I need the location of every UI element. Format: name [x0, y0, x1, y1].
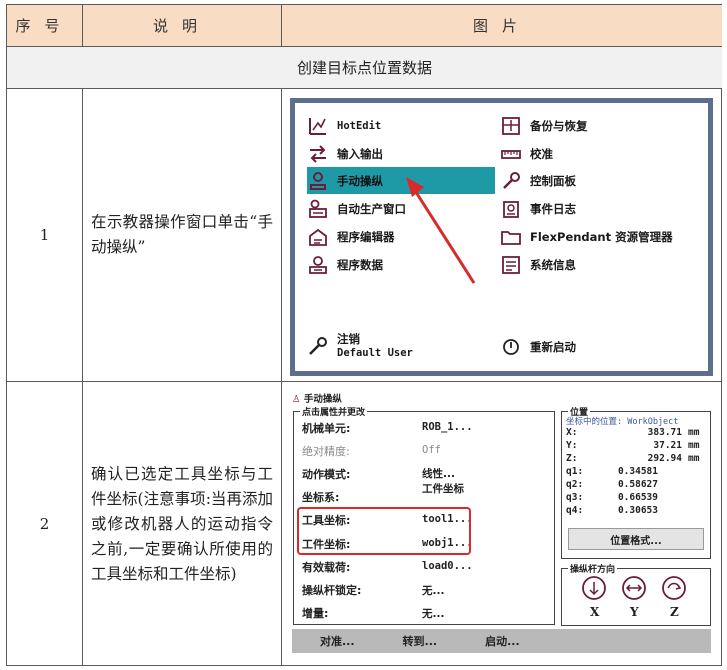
menu-event-log[interactable]: 事件日志 — [500, 195, 710, 222]
goto-button[interactable]: 转到... — [403, 633, 438, 649]
prop-label-coord-system: 坐标系: — [302, 491, 340, 504]
header-desc: 说明 — [83, 5, 282, 47]
pos-q1-value: 0.34581 — [617, 466, 658, 477]
menu-calibration[interactable]: 校准 — [500, 140, 710, 167]
backup-icon — [500, 115, 522, 137]
power-icon — [500, 336, 522, 358]
prop-value-mech-unit[interactable]: ROB_1... — [422, 421, 473, 433]
prop-label-payload: 有效载荷: — [302, 561, 351, 574]
row-2-desc: 确认已选定工具坐标与工件坐标(注意事项:当再添加或修改机器人的运动指令之前,一定… — [83, 382, 282, 666]
jogging-window: ♙ 手动操纵 点击属性并更改 机械单元: ROB_1... 绝对精度: Off … — [290, 391, 713, 659]
key-icon — [307, 335, 329, 357]
joystick-direction-group: 操纵杆方向 X Y Z — [561, 562, 711, 626]
tool-wobj-highlight — [297, 507, 471, 555]
menu-control-panel[interactable]: 控制面板 — [500, 167, 710, 194]
production-icon — [307, 198, 329, 220]
jogging-title: ♙ 手动操纵 — [292, 394, 342, 405]
position-format-button[interactable]: 位置格式... — [568, 528, 704, 550]
align-button[interactable]: 对准... — [320, 633, 355, 649]
pos-q3-value: 0.66539 — [617, 492, 658, 503]
jogging-title-icon: ♙ — [292, 394, 301, 405]
prop-label-increment: 增量: — [302, 607, 329, 620]
jogging-icon — [307, 170, 329, 192]
jog-button-bar: 对准... 转到... 启动... — [292, 629, 711, 653]
prop-label-mech-unit: 机械单元: — [302, 422, 351, 435]
header-num: 序号 — [7, 5, 83, 47]
axis-label-z: Z — [670, 605, 679, 619]
logout-button[interactable]: 注销 Default User — [307, 328, 487, 364]
prop-value-joystick-lock[interactable]: 无... — [422, 583, 444, 598]
io-arrows-icon — [307, 143, 329, 165]
position-frame: 坐标中的位置: WorkObject — [566, 417, 679, 427]
red-arrow-icon — [406, 177, 476, 284]
menu-system-info[interactable]: 系统信息 — [500, 251, 710, 278]
joystick-icon — [582, 576, 686, 600]
axis-label-y: Y — [630, 605, 639, 619]
menu-backup-restore[interactable]: 备份与恢复 — [500, 112, 710, 139]
prop-value-increment[interactable]: 无... — [422, 606, 444, 621]
prop-value-abs-accuracy: Off — [422, 444, 441, 456]
calibration-icon — [500, 143, 522, 165]
pos-z-value: 292.94 — [647, 453, 682, 464]
prop-label-joystick-lock: 操纵杆锁定: — [302, 584, 362, 597]
pos-x-value: 383.71 — [647, 427, 682, 438]
prop-label-motion-mode: 动作模式: — [302, 468, 351, 481]
activate-button[interactable]: 启动... — [485, 633, 520, 649]
system-info-icon — [500, 254, 522, 276]
pos-y-value: 37.21 — [653, 440, 682, 451]
flexpendant-main-menu: HotEdit 输入输出 手动操纵 自动生产窗口 程序编辑器 程序数据 备份与恢… — [290, 98, 713, 376]
menu-io[interactable]: 输入输出 — [307, 140, 497, 167]
row-1-num: 1 — [7, 89, 83, 382]
menu-file-explorer[interactable]: FlexPendant 资源管理器 — [500, 223, 710, 250]
row-2-num: 2 — [7, 382, 83, 666]
program-editor-icon — [307, 226, 329, 248]
position-group: 位置 坐标中的位置: WorkObject X: 383.71 mm Y: 37… — [561, 405, 711, 559]
program-data-icon — [307, 254, 329, 276]
pos-q2-value: 0.58627 — [617, 479, 658, 490]
prop-label-abs-accuracy: 绝对精度: — [302, 445, 350, 458]
folder-icon — [500, 226, 522, 248]
prop-value-coord-system[interactable]: 工件坐标 — [422, 481, 464, 496]
row-1-desc: 在示教器操作窗口单击“手动操纵” — [83, 89, 282, 382]
prop-value-motion-mode[interactable]: 线性... — [422, 466, 455, 481]
axis-label-x: X — [590, 605, 600, 619]
hotedit-icon — [307, 115, 329, 137]
properties-group: 点击属性并更改 机械单元: ROB_1... 绝对精度: Off 动作模式: 线… — [293, 405, 555, 625]
restart-button[interactable]: 重新启动 — [500, 333, 680, 360]
wrench-icon — [500, 170, 522, 192]
header-img: 图片 — [282, 5, 722, 47]
event-log-icon — [500, 198, 522, 220]
section-title: 创建目标点位置数据 — [7, 47, 722, 89]
pos-q4-value: 0.30653 — [617, 505, 658, 516]
prop-value-payload[interactable]: load0... — [422, 560, 473, 572]
menu-hotedit[interactable]: HotEdit — [307, 112, 497, 139]
